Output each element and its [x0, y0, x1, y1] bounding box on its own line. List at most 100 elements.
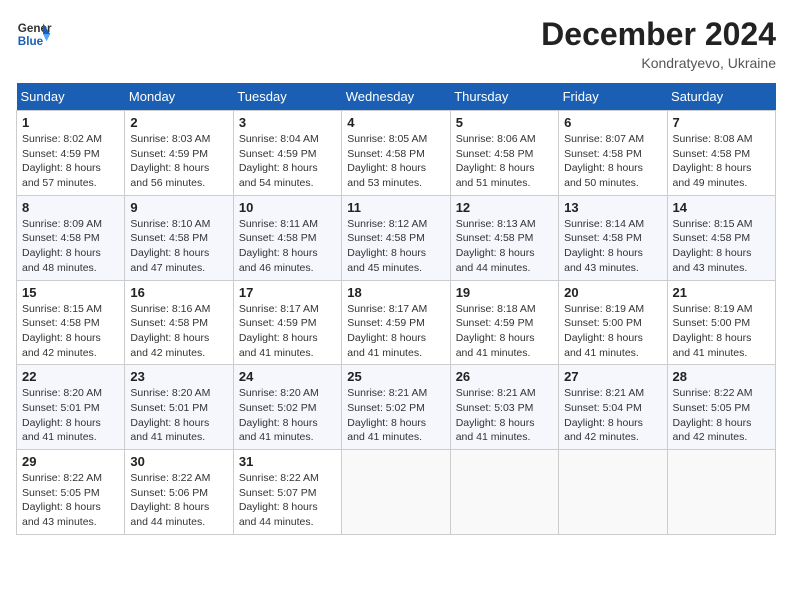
cell-content: Sunrise: 8:13 AMSunset: 4:58 PMDaylight:… [456, 218, 536, 274]
empty-cell [667, 450, 775, 535]
calendar-cell-day-4: 4 Sunrise: 8:05 AMSunset: 4:58 PMDayligh… [342, 111, 450, 196]
page-header: General Blue December 2024 Kondratyevo, … [16, 16, 776, 71]
cell-content: Sunrise: 8:15 AMSunset: 4:58 PMDaylight:… [22, 303, 102, 359]
day-number: 20 [564, 285, 661, 300]
calendar-cell-day-11: 11 Sunrise: 8:12 AMSunset: 4:58 PMDaylig… [342, 195, 450, 280]
day-number: 27 [564, 369, 661, 384]
cell-content: Sunrise: 8:21 AMSunset: 5:03 PMDaylight:… [456, 387, 536, 443]
day-number: 18 [347, 285, 444, 300]
day-number: 13 [564, 200, 661, 215]
calendar-cell-day-25: 25 Sunrise: 8:21 AMSunset: 5:02 PMDaylig… [342, 365, 450, 450]
calendar-cell-day-16: 16 Sunrise: 8:16 AMSunset: 4:58 PMDaylig… [125, 280, 233, 365]
calendar-cell-day-26: 26 Sunrise: 8:21 AMSunset: 5:03 PMDaylig… [450, 365, 558, 450]
day-number: 19 [456, 285, 553, 300]
calendar-cell-day-14: 14 Sunrise: 8:15 AMSunset: 4:58 PMDaylig… [667, 195, 775, 280]
weekday-header-wednesday: Wednesday [342, 83, 450, 111]
calendar-cell-day-31: 31 Sunrise: 8:22 AMSunset: 5:07 PMDaylig… [233, 450, 341, 535]
day-number: 16 [130, 285, 227, 300]
calendar-cell-day-27: 27 Sunrise: 8:21 AMSunset: 5:04 PMDaylig… [559, 365, 667, 450]
calendar-cell-day-3: 3 Sunrise: 8:04 AMSunset: 4:59 PMDayligh… [233, 111, 341, 196]
day-number: 10 [239, 200, 336, 215]
day-number: 6 [564, 115, 661, 130]
cell-content: Sunrise: 8:04 AMSunset: 4:59 PMDaylight:… [239, 133, 319, 189]
cell-content: Sunrise: 8:07 AMSunset: 4:58 PMDaylight:… [564, 133, 644, 189]
day-number: 9 [130, 200, 227, 215]
day-number: 22 [22, 369, 119, 384]
cell-content: Sunrise: 8:05 AMSunset: 4:58 PMDaylight:… [347, 133, 427, 189]
month-title: December 2024 [541, 16, 776, 53]
weekday-header-monday: Monday [125, 83, 233, 111]
cell-content: Sunrise: 8:02 AMSunset: 4:59 PMDaylight:… [22, 133, 102, 189]
day-number: 1 [22, 115, 119, 130]
cell-content: Sunrise: 8:20 AMSunset: 5:01 PMDaylight:… [130, 387, 210, 443]
cell-content: Sunrise: 8:16 AMSunset: 4:58 PMDaylight:… [130, 303, 210, 359]
cell-content: Sunrise: 8:22 AMSunset: 5:07 PMDaylight:… [239, 472, 319, 528]
day-number: 4 [347, 115, 444, 130]
calendar-cell-day-15: 15 Sunrise: 8:15 AMSunset: 4:58 PMDaylig… [17, 280, 125, 365]
logo: General Blue [16, 16, 52, 52]
calendar-cell-day-18: 18 Sunrise: 8:17 AMSunset: 4:59 PMDaylig… [342, 280, 450, 365]
cell-content: Sunrise: 8:22 AMSunset: 5:05 PMDaylight:… [673, 387, 753, 443]
calendar-cell-day-2: 2 Sunrise: 8:03 AMSunset: 4:59 PMDayligh… [125, 111, 233, 196]
cell-content: Sunrise: 8:12 AMSunset: 4:58 PMDaylight:… [347, 218, 427, 274]
day-number: 17 [239, 285, 336, 300]
day-number: 28 [673, 369, 770, 384]
day-number: 2 [130, 115, 227, 130]
calendar-cell-day-1: 1 Sunrise: 8:02 AMSunset: 4:59 PMDayligh… [17, 111, 125, 196]
calendar-week-1: 1 Sunrise: 8:02 AMSunset: 4:59 PMDayligh… [17, 111, 776, 196]
calendar-week-2: 8 Sunrise: 8:09 AMSunset: 4:58 PMDayligh… [17, 195, 776, 280]
calendar-cell-day-19: 19 Sunrise: 8:18 AMSunset: 4:59 PMDaylig… [450, 280, 558, 365]
cell-content: Sunrise: 8:14 AMSunset: 4:58 PMDaylight:… [564, 218, 644, 274]
empty-cell [559, 450, 667, 535]
day-number: 7 [673, 115, 770, 130]
calendar-cell-day-13: 13 Sunrise: 8:14 AMSunset: 4:58 PMDaylig… [559, 195, 667, 280]
calendar-cell-day-5: 5 Sunrise: 8:06 AMSunset: 4:58 PMDayligh… [450, 111, 558, 196]
svg-text:Blue: Blue [18, 35, 44, 48]
calendar-cell-day-8: 8 Sunrise: 8:09 AMSunset: 4:58 PMDayligh… [17, 195, 125, 280]
cell-content: Sunrise: 8:17 AMSunset: 4:59 PMDaylight:… [347, 303, 427, 359]
cell-content: Sunrise: 8:20 AMSunset: 5:02 PMDaylight:… [239, 387, 319, 443]
cell-content: Sunrise: 8:09 AMSunset: 4:58 PMDaylight:… [22, 218, 102, 274]
day-number: 25 [347, 369, 444, 384]
empty-cell [450, 450, 558, 535]
weekday-header-thursday: Thursday [450, 83, 558, 111]
cell-content: Sunrise: 8:10 AMSunset: 4:58 PMDaylight:… [130, 218, 210, 274]
cell-content: Sunrise: 8:19 AMSunset: 5:00 PMDaylight:… [673, 303, 753, 359]
calendar-week-4: 22 Sunrise: 8:20 AMSunset: 5:01 PMDaylig… [17, 365, 776, 450]
calendar-week-5: 29 Sunrise: 8:22 AMSunset: 5:05 PMDaylig… [17, 450, 776, 535]
calendar-cell-day-28: 28 Sunrise: 8:22 AMSunset: 5:05 PMDaylig… [667, 365, 775, 450]
cell-content: Sunrise: 8:21 AMSunset: 5:02 PMDaylight:… [347, 387, 427, 443]
calendar-cell-day-29: 29 Sunrise: 8:22 AMSunset: 5:05 PMDaylig… [17, 450, 125, 535]
weekday-header-sunday: Sunday [17, 83, 125, 111]
cell-content: Sunrise: 8:22 AMSunset: 5:05 PMDaylight:… [22, 472, 102, 528]
day-number: 12 [456, 200, 553, 215]
calendar-cell-day-12: 12 Sunrise: 8:13 AMSunset: 4:58 PMDaylig… [450, 195, 558, 280]
cell-content: Sunrise: 8:03 AMSunset: 4:59 PMDaylight:… [130, 133, 210, 189]
empty-cell [342, 450, 450, 535]
title-block: December 2024 Kondratyevo, Ukraine [541, 16, 776, 71]
cell-content: Sunrise: 8:17 AMSunset: 4:59 PMDaylight:… [239, 303, 319, 359]
calendar-cell-day-30: 30 Sunrise: 8:22 AMSunset: 5:06 PMDaylig… [125, 450, 233, 535]
day-number: 24 [239, 369, 336, 384]
cell-content: Sunrise: 8:06 AMSunset: 4:58 PMDaylight:… [456, 133, 536, 189]
day-number: 11 [347, 200, 444, 215]
location: Kondratyevo, Ukraine [541, 55, 776, 71]
day-number: 29 [22, 454, 119, 469]
calendar-cell-day-20: 20 Sunrise: 8:19 AMSunset: 5:00 PMDaylig… [559, 280, 667, 365]
weekday-header-saturday: Saturday [667, 83, 775, 111]
calendar-cell-day-17: 17 Sunrise: 8:17 AMSunset: 4:59 PMDaylig… [233, 280, 341, 365]
cell-content: Sunrise: 8:22 AMSunset: 5:06 PMDaylight:… [130, 472, 210, 528]
weekday-header-tuesday: Tuesday [233, 83, 341, 111]
day-number: 31 [239, 454, 336, 469]
calendar-cell-day-7: 7 Sunrise: 8:08 AMSunset: 4:58 PMDayligh… [667, 111, 775, 196]
calendar-cell-day-24: 24 Sunrise: 8:20 AMSunset: 5:02 PMDaylig… [233, 365, 341, 450]
calendar-cell-day-21: 21 Sunrise: 8:19 AMSunset: 5:00 PMDaylig… [667, 280, 775, 365]
calendar-cell-day-23: 23 Sunrise: 8:20 AMSunset: 5:01 PMDaylig… [125, 365, 233, 450]
day-number: 23 [130, 369, 227, 384]
calendar-cell-day-9: 9 Sunrise: 8:10 AMSunset: 4:58 PMDayligh… [125, 195, 233, 280]
cell-content: Sunrise: 8:18 AMSunset: 4:59 PMDaylight:… [456, 303, 536, 359]
day-number: 26 [456, 369, 553, 384]
day-number: 14 [673, 200, 770, 215]
calendar-cell-day-6: 6 Sunrise: 8:07 AMSunset: 4:58 PMDayligh… [559, 111, 667, 196]
cell-content: Sunrise: 8:08 AMSunset: 4:58 PMDaylight:… [673, 133, 753, 189]
